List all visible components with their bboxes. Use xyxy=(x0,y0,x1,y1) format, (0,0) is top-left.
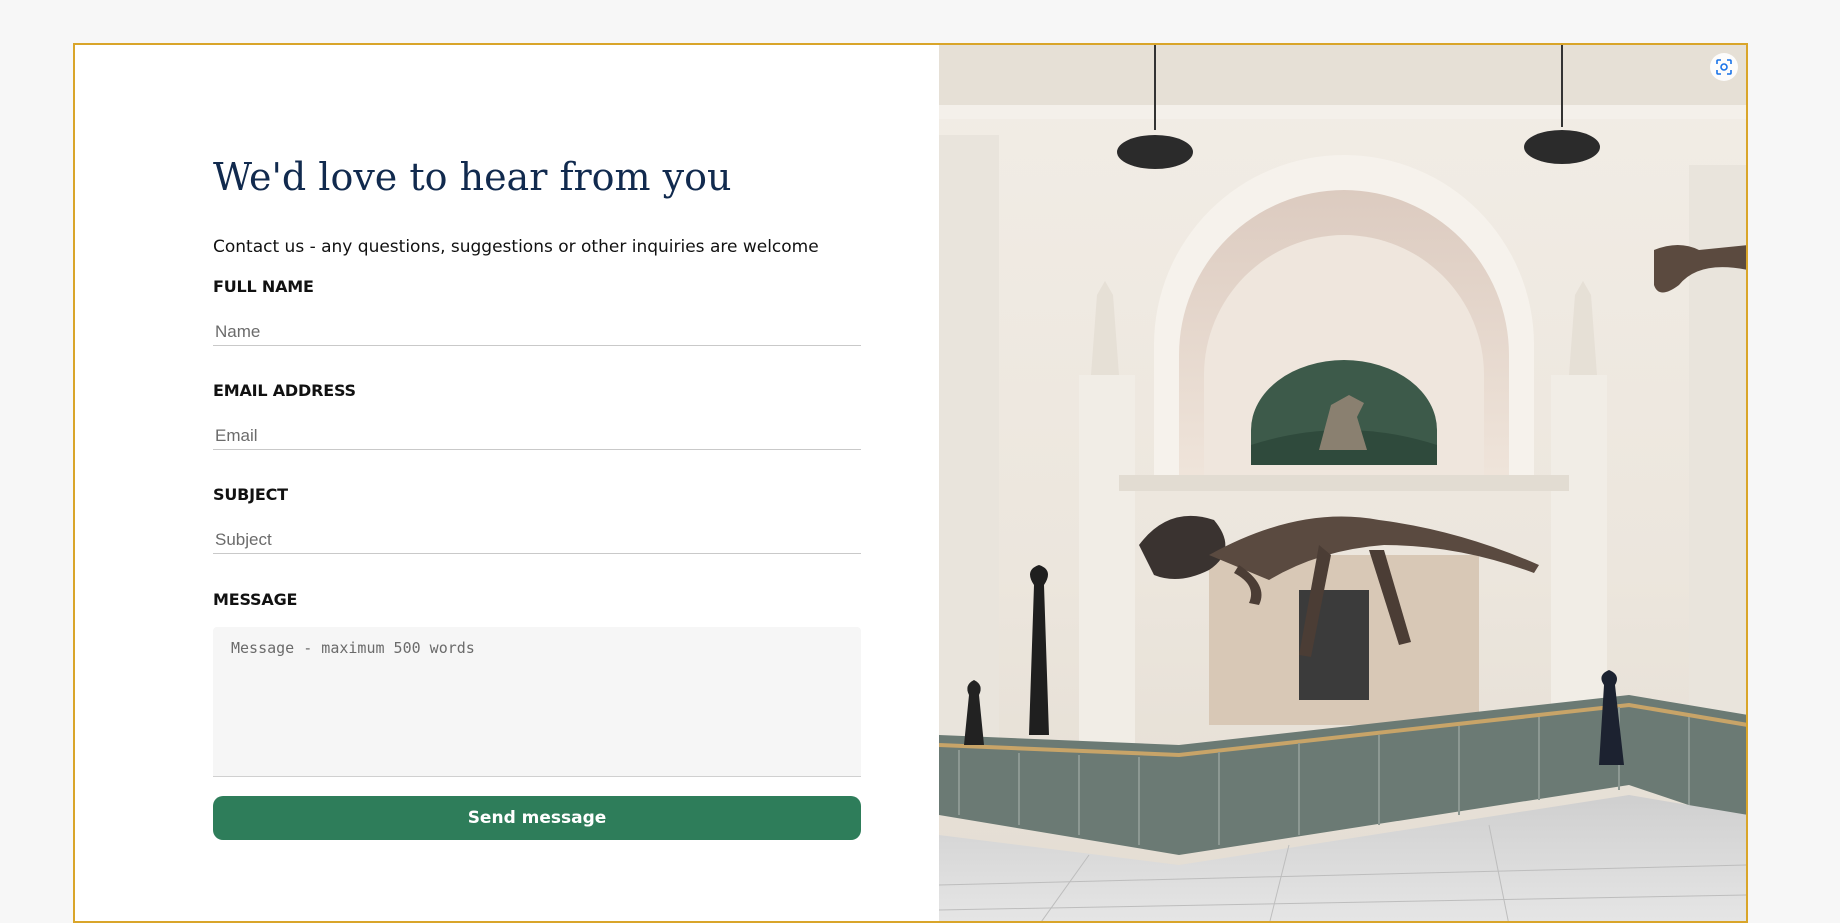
full-name-input[interactable] xyxy=(213,318,861,346)
message-textarea[interactable] xyxy=(213,627,861,777)
send-message-button[interactable]: Send message xyxy=(213,796,861,840)
visual-search-icon xyxy=(1715,58,1733,76)
visual-search-button[interactable] xyxy=(1710,53,1738,81)
contact-card: We'd love to hear from you Contact us - … xyxy=(73,43,1748,923)
museum-illustration xyxy=(939,45,1746,921)
message-label: MESSAGE xyxy=(213,590,298,609)
full-name-label: FULL NAME xyxy=(213,277,314,296)
email-input[interactable] xyxy=(213,422,861,450)
page-subtitle: Contact us - any questions, suggestions … xyxy=(213,237,819,257)
page-title: We'd love to hear from you xyxy=(213,155,732,199)
subject-label: SUBJECT xyxy=(213,485,288,504)
subject-input[interactable] xyxy=(213,526,861,554)
email-label: EMAIL ADDRESS xyxy=(213,381,356,400)
museum-hall-photo xyxy=(939,45,1746,921)
